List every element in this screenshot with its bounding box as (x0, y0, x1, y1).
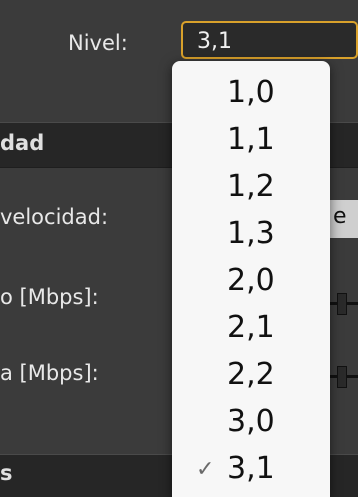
level-select[interactable]: 3,1 (181, 21, 358, 59)
level-option-selected[interactable]: ✓ 3,1 (172, 445, 330, 489)
level-option[interactable]: 2,1 (172, 304, 330, 348)
max-bitrate-label: a [Mbps]: (0, 361, 99, 385)
level-option[interactable]: 2,2 (172, 351, 330, 395)
level-select-value: 3,1 (197, 29, 232, 54)
level-option[interactable]: 2,0 (172, 257, 330, 301)
level-option-label: 1,2 (227, 169, 275, 204)
bitrate-slider-handle[interactable] (337, 293, 347, 315)
level-option[interactable]: 3,0 (172, 398, 330, 442)
level-option-label: 3,0 (227, 404, 275, 439)
level-option[interactable]: 1,0 (172, 69, 330, 113)
level-option-label: 2,0 (227, 263, 275, 298)
level-option-label: 1,0 (227, 75, 275, 110)
settings-panel: Nivel: 3,1 dad velocidad: e o [Mbps]: a … (0, 0, 358, 497)
speed-select-value: e (333, 204, 347, 229)
level-option-label: 3,1 (227, 451, 275, 486)
section-title: s (0, 461, 13, 485)
level-option-label: 1,1 (227, 122, 275, 157)
level-option-label: 1,3 (227, 216, 275, 251)
speed-label: velocidad: (0, 205, 109, 229)
level-option[interactable]: 1,2 (172, 163, 330, 207)
level-dropdown-menu: 1,0 1,1 1,2 1,3 2,0 2,1 2,2 3,0 ✓ 3,1 (172, 61, 330, 497)
level-option[interactable]: 1,3 (172, 210, 330, 254)
level-option-label: 2,1 (227, 310, 275, 345)
level-option-label: 2,2 (227, 357, 275, 392)
level-option[interactable]: 1,1 (172, 116, 330, 160)
max-bitrate-slider-handle[interactable] (337, 366, 347, 388)
section-title: dad (0, 131, 45, 155)
bitrate-label: o [Mbps]: (0, 285, 99, 309)
level-label: Nivel: (68, 31, 128, 55)
checkmark-icon: ✓ (196, 457, 215, 482)
